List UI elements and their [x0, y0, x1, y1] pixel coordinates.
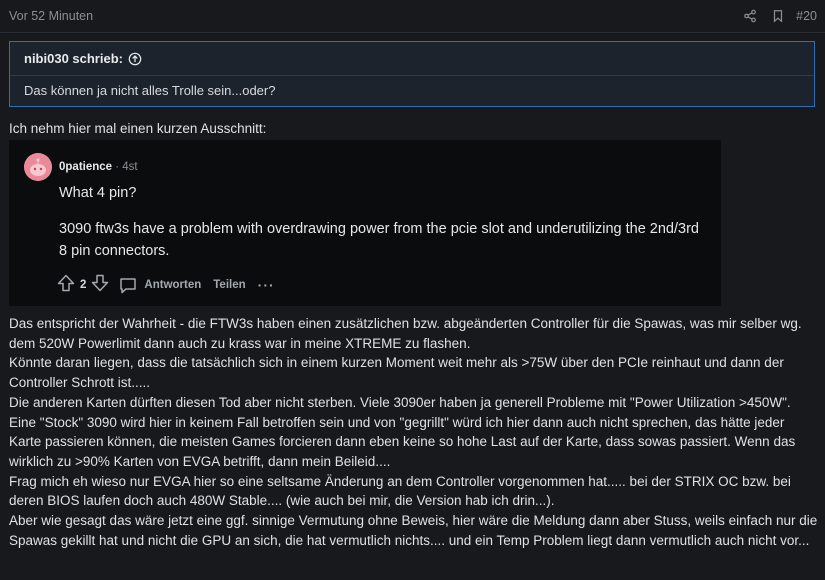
arrow-up-circle-icon[interactable] — [128, 52, 142, 66]
reply-button[interactable]: Antworten — [118, 275, 201, 295]
comment-icon — [120, 277, 137, 293]
post-body: Das entspricht der Wahrheit - die FTW3s … — [9, 314, 819, 550]
avatar[interactable] — [24, 153, 52, 181]
reply-label: Antworten — [144, 278, 202, 291]
body-paragraph: Frag mich eh wieso nur EVGA hier so eine… — [9, 473, 791, 509]
quote-block: nibi030 schrieb: Das können ja nicht all… — [9, 41, 815, 107]
post-number-link[interactable]: #20 — [796, 9, 817, 23]
body-paragraph: Könnte daran liegen, dass die tatsächlic… — [9, 355, 784, 391]
share-icon[interactable] — [741, 7, 759, 25]
embed-action-bar: 2 Antworten Teilen ··· — [56, 273, 275, 296]
more-options-icon[interactable]: ··· — [258, 277, 275, 293]
downvote-icon[interactable] — [90, 273, 110, 296]
intro-text: Ich nehm hier mal einen kurzen Ausschnit… — [9, 121, 267, 136]
body-paragraph: Aber wie gesagt das wäre jetzt eine ggf.… — [9, 513, 818, 548]
body-paragraph: Die anderen Karten dürften diesen Tod ab… — [9, 394, 796, 469]
share-button[interactable]: Teilen — [213, 279, 245, 291]
post-header: Vor 52 Minuten #20 — [0, 0, 825, 33]
embed-username[interactable]: 0patience — [59, 161, 112, 173]
reddit-embed: 0patience · 4st What 4 pin? 3090 ftw3s h… — [9, 140, 721, 306]
embed-body-text: 3090 ftw3s have a problem with overdrawi… — [59, 221, 699, 259]
quote-author[interactable]: nibi030 schrieb: — [24, 51, 123, 66]
embed-question: What 4 pin? — [59, 185, 137, 201]
bookmark-icon[interactable] — [769, 7, 787, 25]
vote-count: 2 — [80, 278, 87, 291]
post-timestamp[interactable]: Vor 52 Minuten — [9, 9, 93, 23]
quote-text: Das können ja nicht alles Trolle sein...… — [24, 83, 276, 98]
post-actions: #20 — [731, 7, 817, 25]
body-paragraph: Das entspricht der Wahrheit - die FTW3s … — [9, 316, 802, 351]
upvote-icon[interactable] — [56, 273, 76, 296]
quote-header: nibi030 schrieb: — [10, 42, 814, 76]
embed-user-line: 0patience · 4st — [59, 161, 138, 173]
embed-age: · 4st — [115, 161, 138, 173]
